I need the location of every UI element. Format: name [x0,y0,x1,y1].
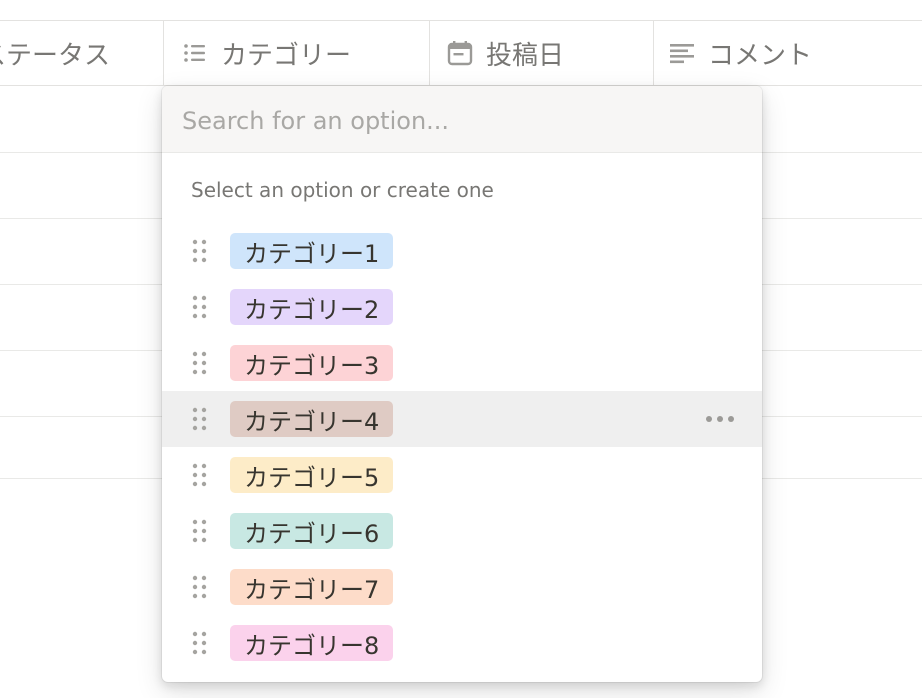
column-header-status[interactable]: ステータス [0,21,164,85]
option-item[interactable]: カテゴリー5 [162,447,762,503]
search-box [162,86,762,153]
drag-handle-icon[interactable] [191,350,209,376]
column-header-label: ステータス [0,40,111,71]
option-item[interactable]: カテゴリー6 [162,503,762,559]
option-tag[interactable]: カテゴリー2 [230,289,394,325]
list-icon [184,44,205,62]
select-hint: Select an option or create one [191,178,494,202]
drag-handle-icon[interactable] [191,574,209,600]
option-tag[interactable]: カテゴリー8 [230,625,394,661]
database-view: ステータス カテゴリー 投稿日 [0,0,922,698]
option-tag[interactable]: カテゴリー7 [230,569,394,605]
column-header-date[interactable]: 投稿日 [430,21,654,85]
column-header-label: コメント [708,40,813,71]
option-item[interactable]: カテゴリー2 [162,279,762,335]
column-header-label: 投稿日 [486,40,565,71]
option-item[interactable]: カテゴリー1 [162,223,762,279]
drag-handle-icon[interactable] [191,294,209,320]
drag-handle-icon[interactable] [191,238,209,264]
text-lines-icon [670,44,694,64]
option-item[interactable]: カテゴリー3 [162,335,762,391]
drag-handle-icon[interactable] [191,518,209,544]
column-header-comment[interactable]: コメント [654,21,922,85]
select-option-popup: Select an option or create one カテゴリー1 カテ… [162,86,762,682]
option-tag[interactable]: カテゴリー6 [230,513,394,549]
drag-handle-icon[interactable] [191,406,209,432]
option-tag[interactable]: カテゴリー1 [230,233,394,269]
column-header-category[interactable]: カテゴリー [163,21,430,85]
option-tag[interactable]: カテゴリー4 [230,401,394,437]
option-item[interactable]: カテゴリー8 [162,615,762,671]
option-item[interactable]: カテゴリー7 [162,559,762,615]
option-item-hovered[interactable]: カテゴリー4 [162,391,762,447]
drag-handle-icon[interactable] [191,462,209,488]
drag-handle-icon[interactable] [191,630,209,656]
option-search-input[interactable] [180,100,744,142]
table-header: ステータス カテゴリー 投稿日 [0,20,922,86]
calendar-icon [447,41,473,66]
option-list: カテゴリー1 カテゴリー2 カテゴリー3 カテゴリー4 カテゴリー5 カテゴリー… [162,223,762,671]
more-options-icon[interactable] [702,408,738,430]
option-tag[interactable]: カテゴリー3 [230,345,394,381]
column-header-label: カテゴリー [221,40,352,71]
option-tag[interactable]: カテゴリー5 [230,457,394,493]
